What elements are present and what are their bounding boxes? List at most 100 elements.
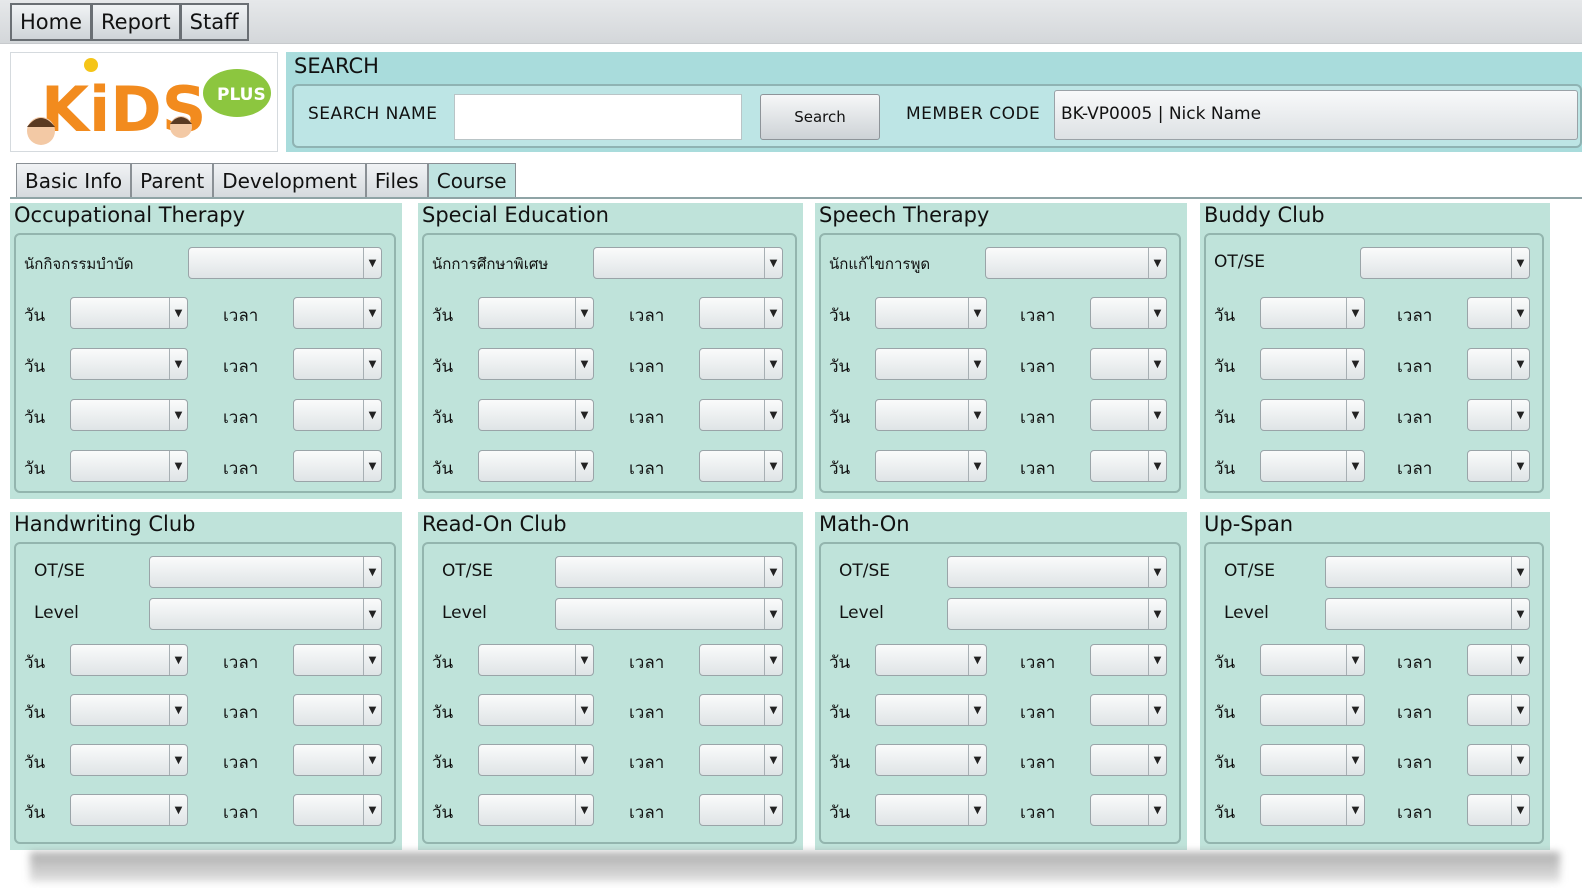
speech-therapy-day-label: วัน: [829, 459, 851, 479]
handwriting-club-day-select[interactable]: ▼: [70, 794, 188, 826]
handwriting-club-day-label: วัน: [24, 653, 46, 673]
special-education-staff-select[interactable]: ▼: [593, 247, 783, 279]
special-education-day-select[interactable]: ▼: [478, 297, 594, 329]
handwriting-club-time-select[interactable]: ▼: [293, 794, 382, 826]
up-span-time-select[interactable]: ▼: [1467, 794, 1530, 826]
special-education-time-select[interactable]: ▼: [699, 450, 783, 482]
handwriting-club-time-select[interactable]: ▼: [293, 744, 382, 776]
handwriting-club-time-select[interactable]: ▼: [293, 694, 382, 726]
occupational-therapy-time-select[interactable]: ▼: [293, 348, 382, 380]
read-on-club-level-select[interactable]: ▼: [555, 598, 783, 630]
speech-therapy-time-select[interactable]: ▼: [1090, 297, 1167, 329]
special-education-day-select[interactable]: ▼: [478, 348, 594, 380]
speech-therapy-staff-select[interactable]: ▼: [985, 247, 1167, 279]
speech-therapy-day-select[interactable]: ▼: [875, 450, 987, 482]
up-span-time-select[interactable]: ▼: [1467, 644, 1530, 676]
read-on-club-day-select[interactable]: ▼: [478, 744, 594, 776]
special-education-day-select[interactable]: ▼: [478, 450, 594, 482]
buddy-club-time-select[interactable]: ▼: [1467, 450, 1530, 482]
math-on-time-select[interactable]: ▼: [1090, 744, 1167, 776]
read-on-club-time-select[interactable]: ▼: [699, 644, 783, 676]
buddy-club-time-select[interactable]: ▼: [1467, 348, 1530, 380]
buddy-club-day-select[interactable]: ▼: [1260, 297, 1365, 329]
handwriting-club-otse-select[interactable]: ▼: [149, 556, 382, 588]
speech-therapy-day-select[interactable]: ▼: [875, 297, 987, 329]
up-span-day-select[interactable]: ▼: [1260, 794, 1365, 826]
occupational-therapy-day-select[interactable]: ▼: [70, 450, 188, 482]
handwriting-club-level-select[interactable]: ▼: [149, 598, 382, 630]
occupational-therapy-time-select[interactable]: ▼: [293, 450, 382, 482]
occupational-therapy-day-select[interactable]: ▼: [70, 348, 188, 380]
up-span-day-select[interactable]: ▼: [1260, 694, 1365, 726]
occupational-therapy-time-label: เวลา: [223, 459, 259, 479]
math-on-day-select[interactable]: ▼: [875, 744, 987, 776]
handwriting-club-day-select[interactable]: ▼: [70, 644, 188, 676]
speech-therapy-time-select[interactable]: ▼: [1090, 348, 1167, 380]
buddy-club-time-label: เวลา: [1397, 306, 1433, 326]
up-span-time-select[interactable]: ▼: [1467, 694, 1530, 726]
occupational-therapy-time-select[interactable]: ▼: [293, 297, 382, 329]
up-span-day-select[interactable]: ▼: [1260, 644, 1365, 676]
buddy-club-staff-select[interactable]: ▼: [1360, 247, 1530, 279]
up-span-day-label: วัน: [1214, 753, 1236, 773]
tab-basic-info[interactable]: Basic Info: [16, 163, 132, 198]
menu-report[interactable]: Report: [91, 3, 180, 41]
chevron-down-icon: ▼: [1346, 695, 1364, 725]
math-on-day-select[interactable]: ▼: [875, 694, 987, 726]
search-button[interactable]: Search: [760, 94, 880, 140]
read-on-club-day-label: วัน: [432, 803, 454, 823]
menu-staff[interactable]: Staff: [179, 3, 249, 41]
math-on-day-select[interactable]: ▼: [875, 794, 987, 826]
up-span-level-select[interactable]: ▼: [1325, 598, 1530, 630]
up-span-time-select[interactable]: ▼: [1467, 744, 1530, 776]
occupational-therapy-day-select[interactable]: ▼: [70, 297, 188, 329]
read-on-club-time-select[interactable]: ▼: [699, 744, 783, 776]
read-on-club-title: Read-On Club: [422, 512, 567, 536]
speech-therapy-day-select[interactable]: ▼: [875, 348, 987, 380]
special-education-time-select[interactable]: ▼: [699, 399, 783, 431]
buddy-club-day-select[interactable]: ▼: [1260, 348, 1365, 380]
math-on-time-select[interactable]: ▼: [1090, 644, 1167, 676]
chevron-down-icon: ▼: [968, 349, 986, 379]
tab-parent[interactable]: Parent: [131, 163, 214, 198]
read-on-club-day-select[interactable]: ▼: [478, 694, 594, 726]
math-on-otse-select[interactable]: ▼: [947, 556, 1167, 588]
read-on-club-time-select[interactable]: ▼: [699, 794, 783, 826]
special-education-day-select[interactable]: ▼: [478, 399, 594, 431]
menu-home[interactable]: Home: [10, 3, 92, 41]
buddy-club-time-select[interactable]: ▼: [1467, 399, 1530, 431]
speech-therapy-time-select[interactable]: ▼: [1090, 399, 1167, 431]
speech-therapy-day-select[interactable]: ▼: [875, 399, 987, 431]
math-on-day-select[interactable]: ▼: [875, 644, 987, 676]
read-on-club-time-select[interactable]: ▼: [699, 694, 783, 726]
handwriting-club-day-select[interactable]: ▼: [70, 744, 188, 776]
buddy-club-day-select[interactable]: ▼: [1260, 450, 1365, 482]
math-on-time-select[interactable]: ▼: [1090, 694, 1167, 726]
occupational-therapy-day-select[interactable]: ▼: [70, 399, 188, 431]
read-on-club-day-select[interactable]: ▼: [478, 794, 594, 826]
buddy-club-time-select[interactable]: ▼: [1467, 297, 1530, 329]
tab-development[interactable]: Development: [213, 163, 366, 198]
up-span-day-select[interactable]: ▼: [1260, 744, 1365, 776]
read-on-club-day-select[interactable]: ▼: [478, 644, 594, 676]
occupational-therapy-day-label: วัน: [24, 306, 46, 326]
speech-therapy-time-select[interactable]: ▼: [1090, 450, 1167, 482]
math-on-level-select[interactable]: ▼: [947, 598, 1167, 630]
buddy-club-day-select[interactable]: ▼: [1260, 399, 1365, 431]
buddy-club-title: Buddy Club: [1204, 203, 1325, 227]
handwriting-club-time-select[interactable]: ▼: [293, 644, 382, 676]
up-span-otse-select[interactable]: ▼: [1325, 556, 1530, 588]
math-on-time-select[interactable]: ▼: [1090, 794, 1167, 826]
read-on-club-time-label: เวลา: [629, 753, 665, 773]
tab-files[interactable]: Files: [365, 163, 428, 198]
special-education-time-select[interactable]: ▼: [699, 348, 783, 380]
read-on-club-otse-select[interactable]: ▼: [555, 556, 783, 588]
chevron-down-icon: ▼: [363, 451, 381, 481]
occupational-therapy-time-select[interactable]: ▼: [293, 399, 382, 431]
occupational-therapy-staff-select[interactable]: ▼: [188, 247, 382, 279]
handwriting-club-day-select[interactable]: ▼: [70, 694, 188, 726]
tab-course[interactable]: Course: [427, 163, 516, 198]
special-education-time-select[interactable]: ▼: [699, 297, 783, 329]
member-code-select[interactable]: BK-VP0005 | Nick Name: [1054, 90, 1578, 140]
search-name-input[interactable]: [454, 94, 742, 140]
